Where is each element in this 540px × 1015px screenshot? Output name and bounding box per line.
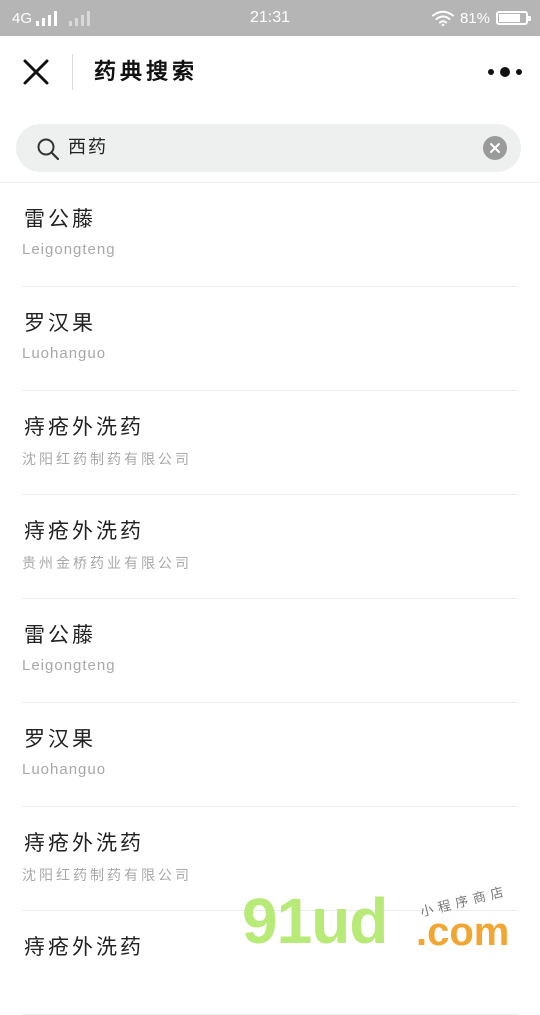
clear-icon <box>490 143 500 153</box>
more-button[interactable] <box>488 64 522 80</box>
result-subtitle: 沈阳红药制药有限公司 <box>22 452 192 468</box>
result-subtitle: Leigongteng <box>22 241 116 258</box>
nav-bar: 药典搜索 <box>0 36 540 108</box>
results-list: 雷公藤 Leigongteng 罗汉果 Luohanguo 痔疮外洗药 沈阳红药制药有限公… <box>0 183 540 1015</box>
result-item[interactable]: 痔疮外洗药沈阳红药制药有限公司 <box>0 391 540 495</box>
result-title: 痔疮外洗药 <box>24 831 144 855</box>
result-item[interactable]: 痔疮外洗药沈阳红药制药有限公司 <box>0 807 540 911</box>
result-title: 痔疮外洗药 <box>24 935 144 959</box>
result-subtitle: Luohanguo <box>22 345 107 362</box>
result-item[interactable]: 痔疮外洗药贵州金桥药业有限公司 <box>0 495 540 599</box>
result-item[interactable]: 雷公藤 Leigongteng <box>0 599 540 703</box>
status-bar-right: 81% <box>431 0 531 36</box>
result-subtitle: 沈阳红药制药有限公司 <box>22 868 192 884</box>
result-title: 痔疮外洗药 <box>24 519 144 543</box>
result-title: 痔疮外洗药 <box>24 415 144 439</box>
battery-percent: 81% <box>459 9 490 27</box>
more-dots-icon <box>488 69 494 75</box>
search-input[interactable] <box>68 124 468 172</box>
clear-search-button[interactable] <box>483 136 507 160</box>
search-bar <box>0 108 540 183</box>
result-title: 雷公藤 <box>24 207 96 231</box>
result-item[interactable]: 罗汉果 Luohanguo <box>0 287 540 391</box>
result-title: 雷公藤 <box>24 623 96 647</box>
battery-level-fill <box>499 14 521 22</box>
result-subtitle: 贵州金桥药业有限公司 <box>22 556 192 572</box>
search-icon <box>37 138 60 161</box>
status-bar: 4G 21:31 81% <box>0 0 540 36</box>
page-title: 药典搜索 <box>94 59 199 85</box>
battery-icon <box>496 11 531 25</box>
wifi-icon <box>431 10 454 26</box>
result-item[interactable]: 雷公藤 Leigongteng <box>0 183 540 287</box>
result-title: 罗汉果 <box>24 311 96 335</box>
close-icon <box>23 59 49 85</box>
result-title: 罗汉果 <box>24 727 96 751</box>
result-item[interactable]: 罗汉果 Luohanguo <box>0 703 540 807</box>
result-subtitle: Leigongteng <box>22 657 116 674</box>
close-button[interactable] <box>20 56 52 88</box>
search-box[interactable] <box>16 124 521 172</box>
result-subtitle: Luohanguo <box>22 761 107 778</box>
nav-divider <box>72 54 73 90</box>
result-item[interactable]: 痔疮外洗药 <box>0 911 540 1015</box>
